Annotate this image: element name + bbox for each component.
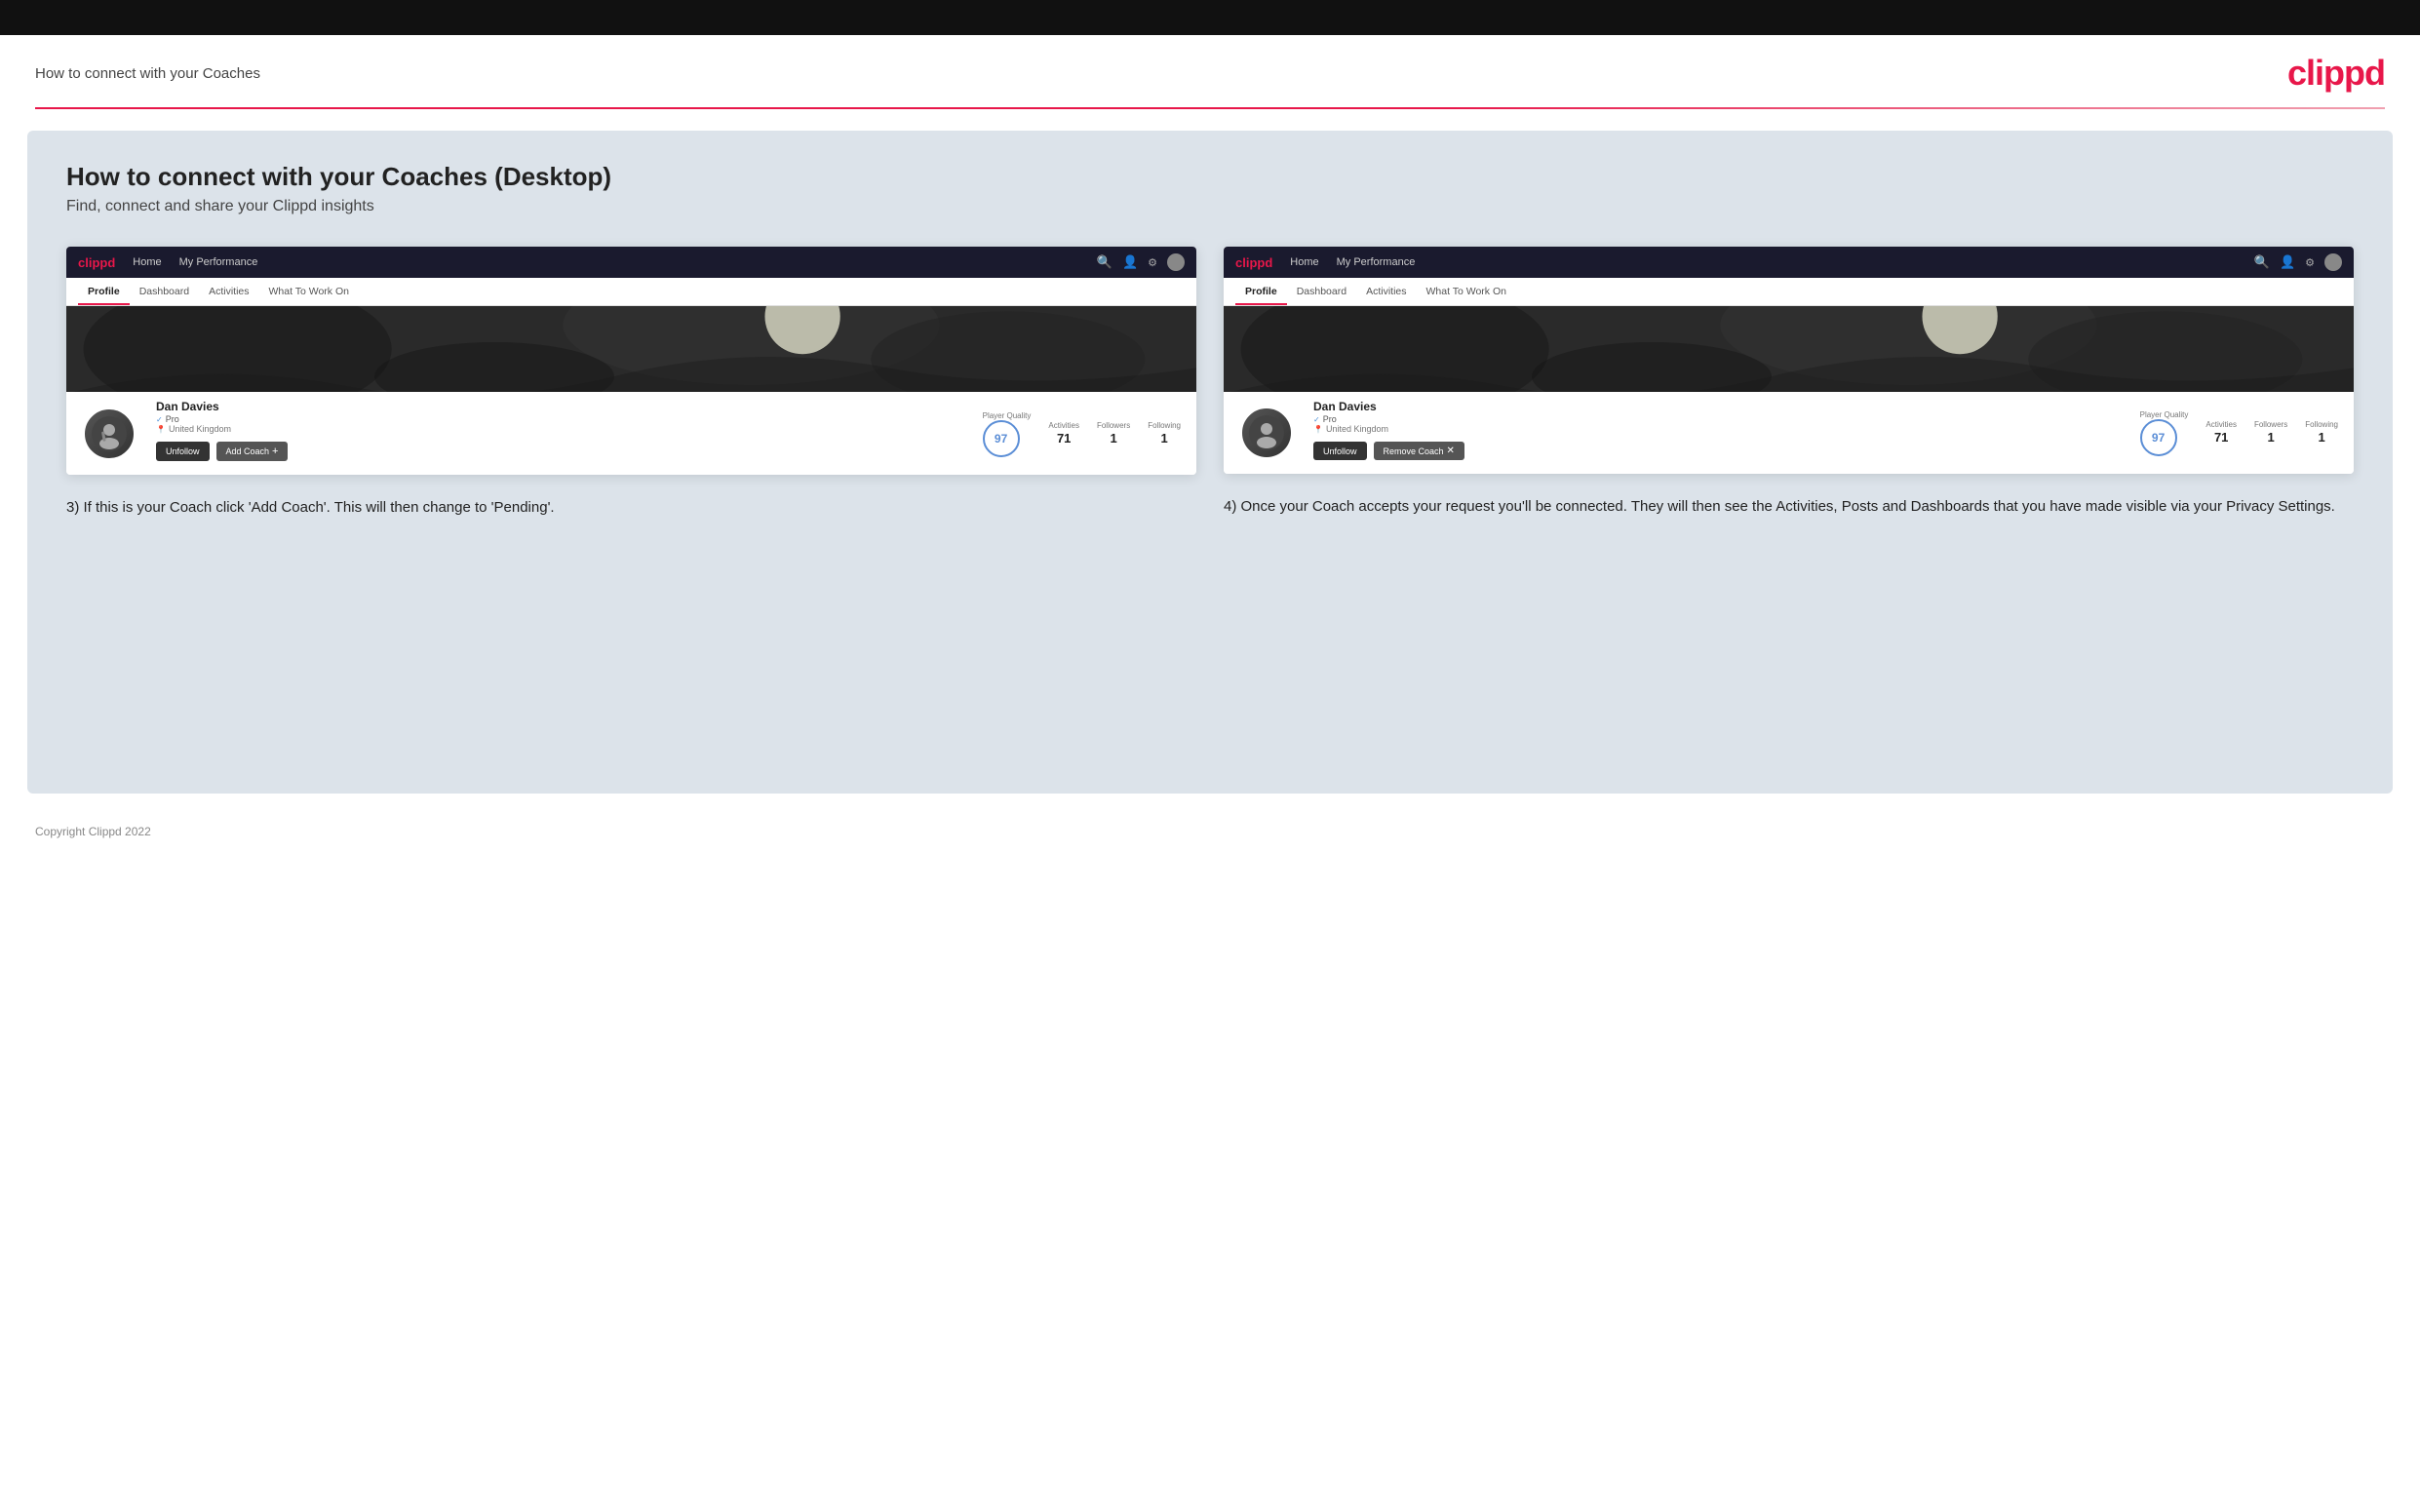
desc-left: 3) If this is your Coach click 'Add Coac… <box>66 496 1196 519</box>
quality-label-right: Player Quality <box>2140 410 2189 419</box>
mock-nav-home-left[interactable]: Home <box>133 256 161 268</box>
desc-right: 4) Once your Coach accepts your request … <box>1224 495 2354 518</box>
mock-buttons-left: Unfollow Add Coach + <box>156 442 963 461</box>
activities-label-left: Activities <box>1048 421 1079 430</box>
globe-icon-right[interactable] <box>2324 253 2342 271</box>
following-label-right: Following <box>2305 420 2338 429</box>
user-icon-left[interactable]: 👤 <box>1122 254 1138 270</box>
mock-buttons-right: Unfollow Remove Coach ✕ <box>1313 442 2121 460</box>
user-icon-right[interactable]: 👤 <box>2280 254 2295 270</box>
golf-banner-left <box>66 306 1196 392</box>
settings-icon-left[interactable]: ⚙ <box>1148 256 1157 269</box>
mock-stat-followers-left: Followers 1 <box>1097 421 1130 447</box>
mock-stat-following-left: Following 1 <box>1148 421 1181 447</box>
mock-logo-right: clippd <box>1235 255 1272 270</box>
mock-stat-quality-left: Player Quality 97 <box>983 411 1032 457</box>
following-value-right: 1 <box>2318 430 2324 445</box>
activities-value-right: 71 <box>2214 430 2228 445</box>
quality-circle-right: 97 <box>2140 419 2177 456</box>
followers-value-left: 1 <box>1110 431 1116 446</box>
mock-avatar-wrap-left <box>82 407 137 461</box>
mock-stat-activities-right: Activities 71 <box>2205 420 2237 446</box>
tab-whattoworkon-right[interactable]: What To Work On <box>1417 278 1516 305</box>
plus-icon-left: + <box>272 446 278 457</box>
mock-nav-performance-left[interactable]: My Performance <box>179 256 258 268</box>
close-icon-right: ✕ <box>1447 446 1455 456</box>
mock-player-role-right: ✓ Pro <box>1313 414 2121 424</box>
mock-nav-right-left: 🔍 👤 ⚙ <box>1097 253 1185 271</box>
followers-label-right: Followers <box>2254 420 2287 429</box>
mock-stats-right: Player Quality 97 Activities 71 Follower… <box>2140 410 2338 460</box>
followers-label-left: Followers <box>1097 421 1130 430</box>
mock-player-location-right: 📍 United Kingdom <box>1313 424 2121 434</box>
tab-profile-right[interactable]: Profile <box>1235 278 1287 305</box>
tab-dashboard-right[interactable]: Dashboard <box>1287 278 1356 305</box>
settings-icon-right[interactable]: ⚙ <box>2305 256 2315 269</box>
tab-profile-left[interactable]: Profile <box>78 278 130 305</box>
golf-banner-right <box>1224 306 2354 392</box>
globe-icon-left[interactable] <box>1167 253 1185 271</box>
following-value-left: 1 <box>1160 431 1167 446</box>
quality-circle-left: 97 <box>983 420 1020 457</box>
mock-tabs-left: Profile Dashboard Activities What To Wor… <box>66 278 1196 306</box>
unfollow-button-right[interactable]: Unfollow <box>1313 442 1367 460</box>
mock-stats-left: Player Quality 97 Activities 71 Follower… <box>983 411 1181 461</box>
mock-avatar-wrap-right <box>1239 406 1294 460</box>
top-bar <box>0 0 2420 35</box>
mock-player-location-left: 📍 United Kingdom <box>156 424 963 434</box>
mock-nav-home-right[interactable]: Home <box>1290 256 1318 268</box>
mock-stat-quality-right: Player Quality 97 <box>2140 410 2189 456</box>
tab-activities-right[interactable]: Activities <box>1356 278 1416 305</box>
search-icon-right[interactable]: 🔍 <box>2254 254 2270 270</box>
followers-value-right: 1 <box>2267 430 2274 445</box>
mock-avatar-left <box>82 407 137 461</box>
mock-logo-left: clippd <box>78 255 115 270</box>
tab-dashboard-left[interactable]: Dashboard <box>130 278 199 305</box>
mock-player-details-right: Dan Davies ✓ Pro 📍 United Kingdom Unfoll… <box>1313 392 2121 460</box>
mock-stat-following-right: Following 1 <box>2305 420 2338 446</box>
copyright-text: Copyright Clippd 2022 <box>35 825 151 838</box>
logo: clippd <box>2287 53 2385 94</box>
mock-nav-performance-right[interactable]: My Performance <box>1337 256 1416 268</box>
activities-value-left: 71 <box>1057 431 1071 446</box>
header-divider <box>35 107 2385 109</box>
screenshot-col-right: clippd Home My Performance 🔍 👤 ⚙ Profile… <box>1224 247 2354 518</box>
mock-avatar-right <box>1239 406 1294 460</box>
activities-label-right: Activities <box>2205 420 2237 429</box>
screenshot-col-left: clippd Home My Performance 🔍 👤 ⚙ Profile… <box>66 247 1196 519</box>
mock-profile-info-right: Dan Davies ✓ Pro 📍 United Kingdom Unfoll… <box>1224 392 2354 474</box>
header: How to connect with your Coaches clippd <box>0 35 2420 107</box>
mock-nav-right: clippd Home My Performance 🔍 👤 ⚙ <box>1224 247 2354 278</box>
mock-stat-activities-left: Activities 71 <box>1048 421 1079 447</box>
add-coach-button-left[interactable]: Add Coach + <box>216 442 289 461</box>
mock-tabs-right: Profile Dashboard Activities What To Wor… <box>1224 278 2354 306</box>
footer: Copyright Clippd 2022 <box>0 815 2420 856</box>
tab-activities-left[interactable]: Activities <box>199 278 258 305</box>
unfollow-button-left[interactable]: Unfollow <box>156 442 210 461</box>
page-subheading: Find, connect and share your Clippd insi… <box>66 198 2354 215</box>
tab-whattoworkon-left[interactable]: What To Work On <box>259 278 359 305</box>
mock-browser-right: clippd Home My Performance 🔍 👤 ⚙ Profile… <box>1224 247 2354 474</box>
mock-browser-left: clippd Home My Performance 🔍 👤 ⚙ Profile… <box>66 247 1196 475</box>
page-heading: How to connect with your Coaches (Deskto… <box>66 162 2354 192</box>
quality-label-left: Player Quality <box>983 411 1032 420</box>
mock-player-name-right: Dan Davies <box>1313 400 2121 413</box>
check-icon-right: ✓ <box>1313 415 1320 424</box>
pin-icon-right: 📍 <box>1313 425 1323 434</box>
mock-nav-left: clippd Home My Performance 🔍 👤 ⚙ <box>66 247 1196 278</box>
screenshots-row: clippd Home My Performance 🔍 👤 ⚙ Profile… <box>66 247 2354 519</box>
header-title: How to connect with your Coaches <box>35 65 260 82</box>
main-content: How to connect with your Coaches (Deskto… <box>27 131 2393 794</box>
search-icon-left[interactable]: 🔍 <box>1097 254 1112 270</box>
mock-nav-right-right: 🔍 👤 ⚙ <box>2254 253 2342 271</box>
remove-coach-button-right[interactable]: Remove Coach ✕ <box>1374 442 1464 460</box>
mock-player-name-left: Dan Davies <box>156 400 963 413</box>
mock-player-role-left: ✓ Pro <box>156 414 963 424</box>
mock-player-details-left: Dan Davies ✓ Pro 📍 United Kingdom Unfoll… <box>156 392 963 461</box>
mock-profile-info-left: Dan Davies ✓ Pro 📍 United Kingdom Unfoll… <box>66 392 1196 475</box>
mock-stat-followers-right: Followers 1 <box>2254 420 2287 446</box>
pin-icon-left: 📍 <box>156 425 166 434</box>
following-label-left: Following <box>1148 421 1181 430</box>
check-icon-left: ✓ <box>156 415 163 424</box>
